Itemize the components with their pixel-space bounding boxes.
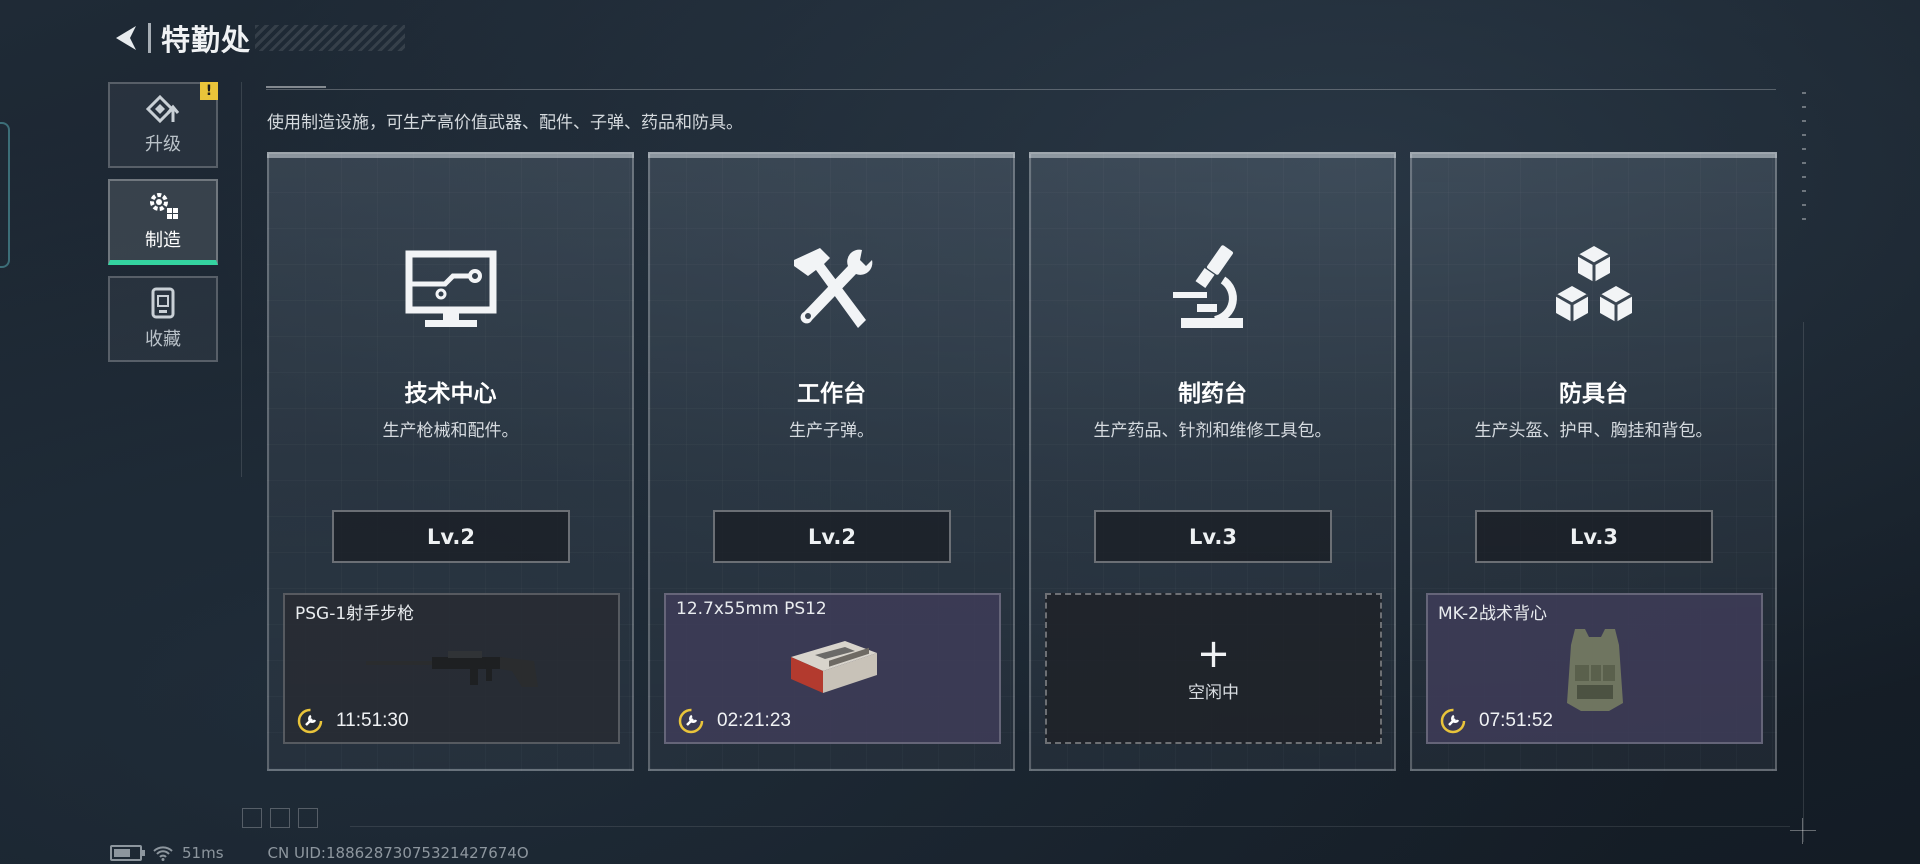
wifi-icon xyxy=(153,846,173,861)
production-slot[interactable]: PSG-1射手步枪 11:51:30 xyxy=(283,593,620,744)
card-top-bar xyxy=(1410,152,1777,158)
bottom-decoration xyxy=(242,808,332,828)
collection-icon xyxy=(151,287,175,319)
nav-item-collection[interactable]: 收藏 xyxy=(108,276,218,362)
wrench-timer-icon xyxy=(678,708,704,734)
nav-item-upgrade[interactable]: ! 升级 xyxy=(108,82,218,168)
facility-name: 技术中心 xyxy=(404,381,497,407)
cubes-icon xyxy=(1554,246,1633,322)
facility-description: 生产药品、针剂和维修工具包。 xyxy=(1093,421,1332,441)
facility-card-workbench[interactable]: 工作台 生产子弹。 Lv.2 12.7x55mm PS12 02:21:23 xyxy=(648,152,1015,771)
header-separator xyxy=(148,23,151,53)
right-line xyxy=(1803,322,1804,842)
uid-text: CN UID:18862873075321427674O xyxy=(267,844,529,862)
gears-icon xyxy=(150,192,178,219)
nav-item-craft[interactable]: 制造 xyxy=(108,179,218,265)
facility-card-armor[interactable]: 防具台 生产头盔、护甲、胸挂和背包。 Lv.3 MK-2战术背心 07:51:5… xyxy=(1410,152,1777,771)
facility-description: 生产子弹。 xyxy=(789,421,874,441)
upgrade-icon xyxy=(146,94,180,124)
facility-description: 生产枪械和配件。 xyxy=(382,421,519,441)
edge-marker xyxy=(0,122,10,268)
level-button[interactable]: Lv.3 xyxy=(1475,510,1713,563)
wrench-timer-icon xyxy=(1440,708,1466,734)
add-icon: + xyxy=(1196,631,1231,677)
facility-card-tech-center[interactable]: 技术中心 生产枪械和配件。 Lv.2 PSG-1射手步枪 11:51:30 xyxy=(267,152,634,771)
card-top-bar xyxy=(267,152,634,158)
slot-item-name: PSG-1射手步枪 xyxy=(295,604,415,624)
nav-label-collection: 收藏 xyxy=(145,329,181,350)
idle-label: 空闲中 xyxy=(1188,683,1239,703)
facility-name: 防具台 xyxy=(1559,381,1628,407)
warning-badge: ! xyxy=(200,82,218,100)
side-nav: ! 升级 制造 收藏 xyxy=(108,82,218,373)
facility-name: 制药台 xyxy=(1178,381,1247,407)
microscope-icon xyxy=(1172,245,1243,328)
level-button[interactable]: Lv.2 xyxy=(332,510,570,563)
right-decoration xyxy=(1802,92,1806,232)
production-slot[interactable]: 12.7x55mm PS12 02:21:23 xyxy=(664,593,1001,744)
level-button[interactable]: Lv.2 xyxy=(713,510,951,563)
nav-label-craft: 制造 xyxy=(145,229,181,251)
slot-item-name: MK-2战术背心 xyxy=(1438,604,1547,624)
card-top-bar xyxy=(648,152,1015,158)
vest-icon xyxy=(1566,629,1623,711)
timer-text: 07:51:52 xyxy=(1479,710,1553,731)
title-decoration xyxy=(255,25,406,51)
slot-timer: 07:51:52 xyxy=(1440,708,1553,734)
slot-timer: 11:51:30 xyxy=(297,708,409,734)
timer-text: 02:21:23 xyxy=(717,710,791,731)
battery-icon xyxy=(110,845,145,861)
ammo-box-icon xyxy=(790,641,877,693)
wrench-timer-icon xyxy=(297,708,323,734)
status-bar: 51ms CN UID:18862873075321427674O xyxy=(110,844,529,862)
header: 特勤处 xyxy=(108,18,406,58)
facility-card-pharmacy[interactable]: 制药台 生产药品、针剂和维修工具包。 Lv.3 + 空闲中 xyxy=(1029,152,1396,771)
bottom-line xyxy=(350,826,1790,827)
hammer-wrench-icon xyxy=(793,248,872,328)
card-top-bar xyxy=(1029,152,1396,158)
empty-production-slot[interactable]: + 空闲中 xyxy=(1045,593,1382,744)
monitor-icon xyxy=(405,250,496,327)
rifle-icon xyxy=(365,651,538,687)
production-slot[interactable]: MK-2战术背心 07:51:52 xyxy=(1426,593,1763,744)
top-rule xyxy=(266,89,1776,90)
page-description: 使用制造设施，可生产高价值武器、配件、子弹、药品和防具。 xyxy=(267,113,743,133)
slot-item-name: 12.7x55mm PS12 xyxy=(676,599,827,619)
facility-description: 生产头盔、护甲、胸挂和背包。 xyxy=(1474,421,1713,441)
ping-text: 51ms xyxy=(182,844,224,862)
level-button[interactable]: Lv.3 xyxy=(1094,510,1332,563)
nav-divider xyxy=(241,82,242,477)
top-rule-tick xyxy=(266,86,326,88)
back-button[interactable] xyxy=(108,18,144,58)
facility-name: 工作台 xyxy=(797,381,866,407)
crosshair-decoration xyxy=(1790,818,1816,844)
timer-text: 11:51:30 xyxy=(336,710,409,731)
nav-label-upgrade: 升级 xyxy=(145,134,181,155)
slot-timer: 02:21:23 xyxy=(678,708,791,734)
back-arrow-icon xyxy=(116,26,136,50)
page-title: 特勤处 xyxy=(161,23,252,57)
